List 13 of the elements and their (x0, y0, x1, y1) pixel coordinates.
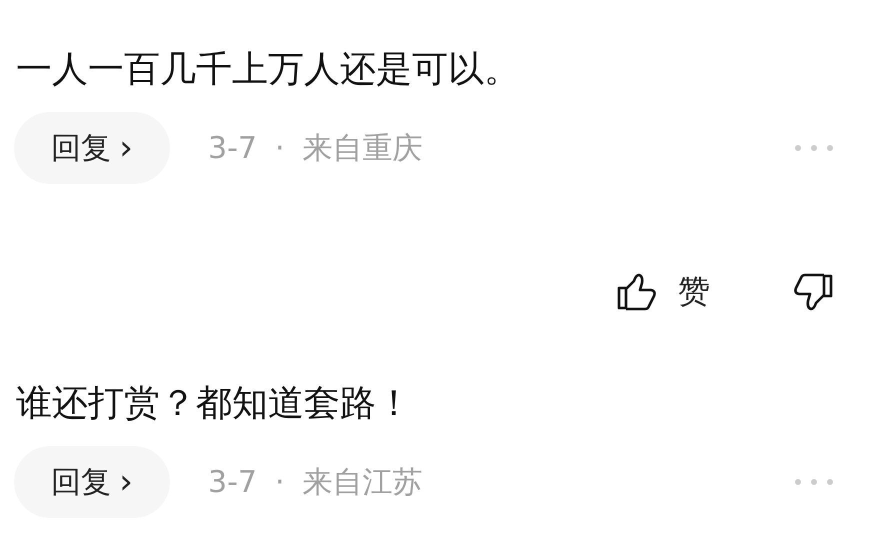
thumbs-up-icon[interactable] (616, 271, 658, 313)
reply-button[interactable]: 回复 › (14, 446, 170, 518)
comment-location: 来自江苏 (302, 464, 423, 502)
comment-location: 来自重庆 (302, 130, 423, 168)
reply-button[interactable]: 回复 › (14, 112, 170, 184)
comment-date: 3-7 (208, 130, 257, 166)
like-label[interactable]: 赞 (678, 270, 710, 314)
thumbs-down-icon[interactable] (792, 271, 834, 313)
separator-dot: · (275, 130, 285, 166)
comment-date: 3-7 (208, 464, 257, 500)
separator-dot: · (275, 464, 285, 500)
comment-text: 一人一百几千上万人还是可以。 (15, 48, 521, 92)
comment-text: 谁还打赏？都知道套路！ (15, 382, 413, 426)
